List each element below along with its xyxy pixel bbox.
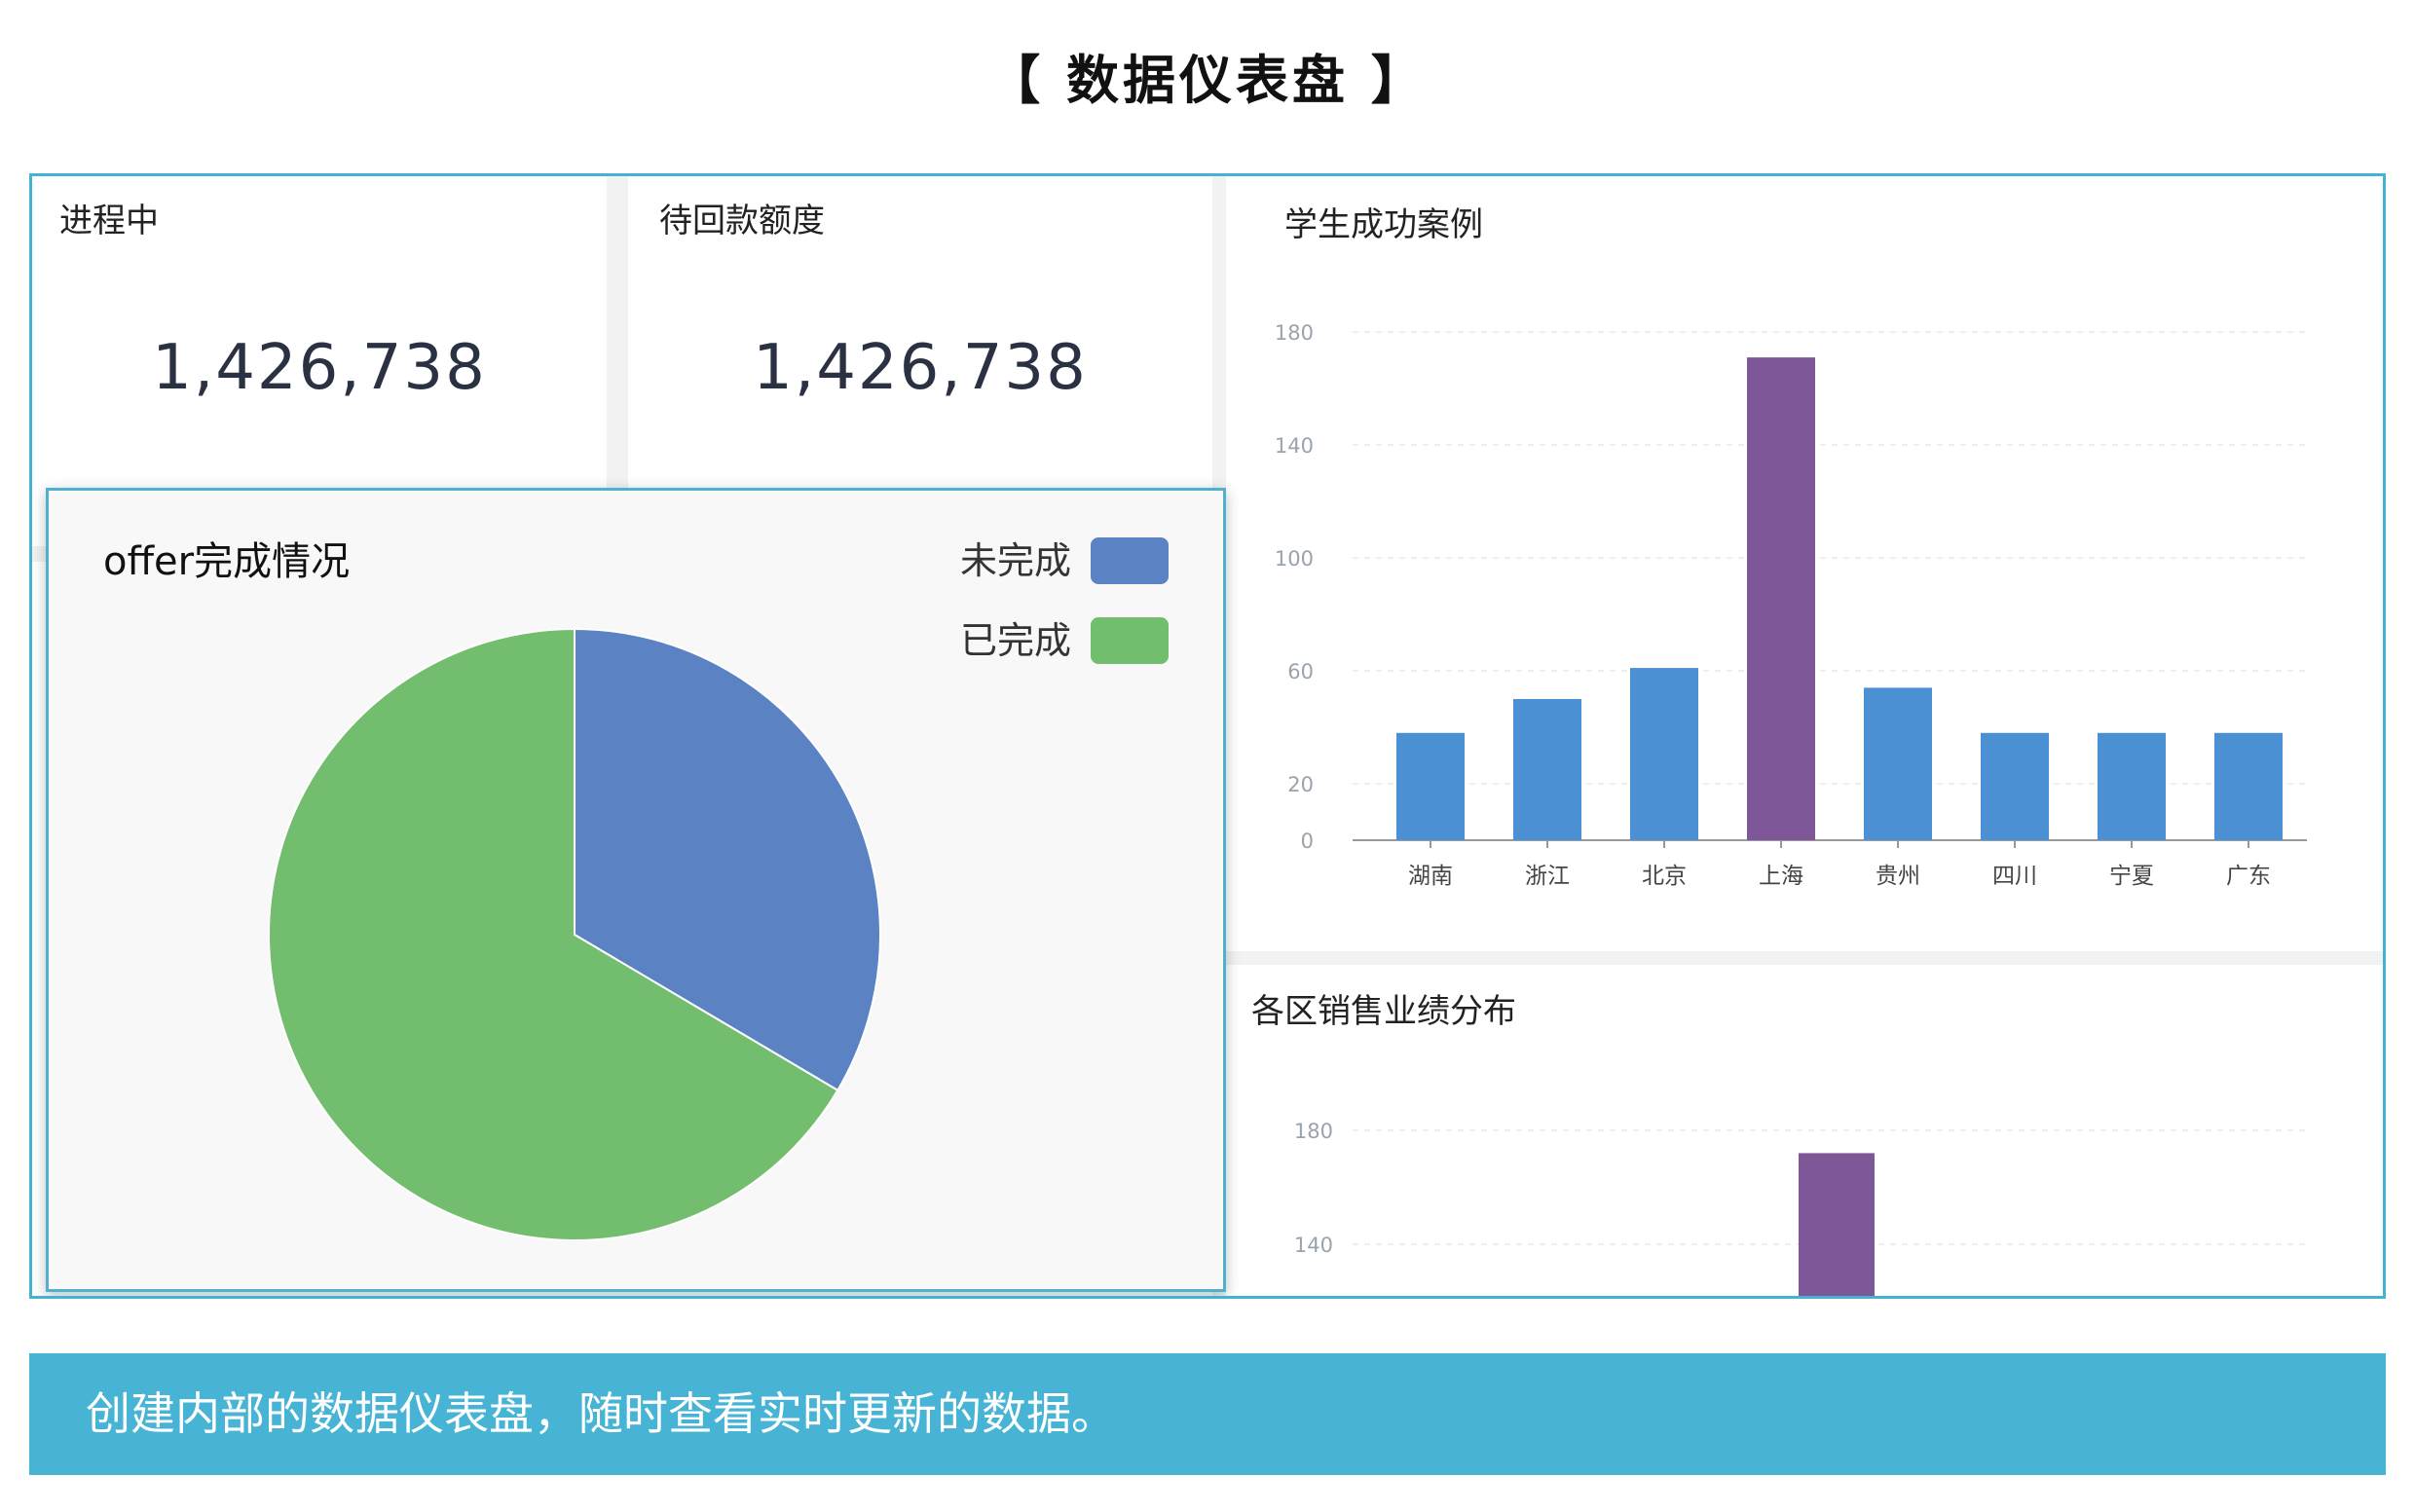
bar [1513, 699, 1581, 840]
bar [1864, 687, 1932, 840]
kpi-value-pending-payment: 1,426,738 [753, 332, 1088, 404]
bar [1396, 732, 1465, 840]
page-title: 【 数据仪表盘 】 [987, 50, 1428, 111]
bar [1747, 357, 1815, 840]
y-tick-label: 0 [1301, 830, 1314, 853]
x-tick-label: 浙江 [1525, 864, 1570, 889]
footer-banner: 创建内部的数据仪表盘，随时查看实时更新的数据。 [29, 1353, 2386, 1475]
y-tick-label: 180 [1275, 321, 1314, 345]
y-tick-label: 140 [1275, 434, 1314, 458]
x-tick-label: 广东 [2226, 864, 2271, 889]
x-tick-label: 北京 [1642, 864, 1687, 889]
bar [2214, 732, 2283, 840]
offer-pie-panel[interactable]: offer完成情况 未完成 已完成 [46, 488, 1226, 1292]
y-tick-label: 180 [1294, 1120, 1333, 1143]
cases-card[interactable]: 学生成功案例 0 20 60 100 140 180 湖南 浙江 北京 上海 贵州 四川 宁夏 广东 [1226, 176, 2383, 951]
sales-card[interactable]: 各区销售业绩分布 140 180 [1226, 965, 2383, 1296]
x-tick-label: 上海 [1759, 864, 1803, 889]
bar [1799, 1153, 1875, 1296]
bar [2098, 732, 2166, 840]
x-tick-label: 湖南 [1408, 864, 1453, 889]
sales-bar-chart: 140 180 [1294, 1120, 2307, 1296]
bar [1630, 668, 1698, 840]
y-tick-label: 140 [1294, 1234, 1333, 1257]
cases-bar-chart: 0 20 60 100 140 180 湖南 浙江 北京 上海 贵州 四川 宁夏 广东 [1275, 321, 2307, 889]
y-tick-label: 60 [1287, 660, 1314, 683]
y-tick-label: 100 [1275, 547, 1314, 571]
kpi-label-in-progress: 进程中 [59, 202, 159, 240]
offer-pie-chart [268, 627, 881, 1241]
x-tick-label: 四川 [1992, 864, 2037, 889]
y-tick-label: 20 [1287, 773, 1314, 796]
x-tick-label: 宁夏 [2109, 864, 2154, 889]
bar [1981, 732, 2049, 840]
dashboard-frame: 进程中 1,426,738 待回款额度 1,426,738 学生成功案例 0 20… [29, 173, 2386, 1299]
kpi-value-in-progress: 1,426,738 [152, 332, 487, 404]
x-tick-label: 贵州 [1876, 864, 1920, 889]
kpi-label-pending-payment: 待回款额度 [659, 202, 825, 240]
